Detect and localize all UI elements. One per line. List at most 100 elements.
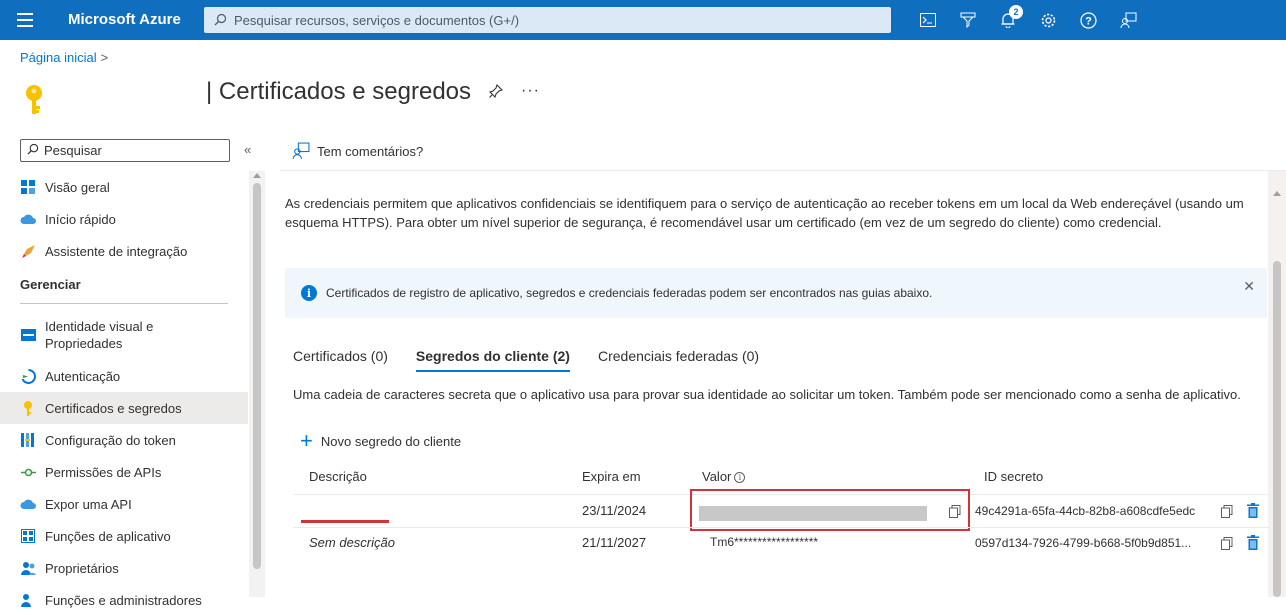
sidebar-divider: [20, 303, 228, 304]
sidebar-item-label: Proprietários: [45, 560, 119, 576]
settings-gear-icon[interactable]: [1028, 0, 1068, 40]
info-banner: i Certificados de registro de aplicativo…: [285, 268, 1267, 318]
api-permissions-icon: [20, 464, 36, 480]
row1-secret-id: 49c4291a-65fa-44cb-82b8-a608cdfe5edc: [975, 504, 1196, 518]
sidebar-item-roles-admins[interactable]: Funções e administradores: [0, 584, 248, 616]
breadcrumb-separator: >: [100, 50, 109, 65]
sidebar-item-overview[interactable]: Visão geral: [0, 171, 248, 203]
row2-description: Sem descrição: [309, 535, 395, 550]
global-search-placeholder: Pesquisar recursos, serviços e documento…: [234, 12, 520, 28]
breadcrumb-home-link[interactable]: Página inicial: [20, 50, 97, 65]
sidebar-item-certificates-secrets[interactable]: Certificados e segredos: [0, 392, 248, 424]
sidebar-item-label: Autenticação: [45, 368, 121, 384]
search-icon: [27, 143, 39, 158]
plus-icon: +: [300, 428, 313, 453]
scroll-up-arrow-icon[interactable]: [1273, 191, 1281, 196]
sidebar-nav: Visão geral Início rápido Assistente de …: [0, 171, 248, 616]
feedback-person-icon: [292, 142, 310, 160]
tabs: Certificados (0) Segredos do cliente (2)…: [293, 348, 787, 378]
search-icon: [214, 13, 228, 27]
sidebar-item-expose-api[interactable]: Expor uma API: [0, 488, 248, 520]
info-icon: i: [301, 285, 317, 301]
column-header-value-label: Valor: [702, 469, 732, 484]
hamburger-menu-icon[interactable]: [17, 13, 33, 27]
page-title: | Certificados e segredos: [206, 78, 472, 105]
sidebar-search-input[interactable]: Pesquisar: [20, 139, 230, 162]
feedback-button[interactable]: Tem comentários?: [292, 142, 423, 160]
new-client-secret-label: Novo segredo do cliente: [320, 433, 462, 449]
branding-icon: [20, 327, 36, 343]
help-question-icon[interactable]: ?: [1068, 0, 1108, 40]
delete-trash-icon[interactable]: [1247, 535, 1259, 550]
main-scrollbar[interactable]: [1268, 171, 1286, 597]
global-search-input[interactable]: Pesquisar recursos, serviços e documento…: [204, 7, 891, 33]
sidebar-item-owners[interactable]: Proprietários: [0, 552, 248, 584]
app-key-icon: [22, 84, 46, 116]
tab-federated-credentials[interactable]: Credenciais federadas (0): [598, 348, 759, 374]
cloud-shell-icon[interactable]: [908, 0, 948, 40]
scroll-up-arrow-icon[interactable]: [253, 173, 261, 178]
sidebar-item-api-permissions[interactable]: Permissões de APIs: [0, 456, 248, 488]
feedback-person-icon[interactable]: [1108, 0, 1148, 40]
sidebar-item-label: Identidade visual e Propriedades: [45, 319, 154, 351]
pin-icon[interactable]: [488, 83, 504, 101]
sidebar-item-quickstart[interactable]: Início rápido: [0, 203, 248, 235]
svg-text:?: ?: [1085, 15, 1092, 27]
sidebar-item-authentication[interactable]: Autenticação: [0, 360, 248, 392]
delete-trash-icon[interactable]: [1247, 503, 1259, 518]
column-header-secret-id: ID secreto: [984, 469, 1044, 484]
roles-admins-icon: [20, 592, 36, 608]
tab-client-secrets[interactable]: Segredos do cliente (2): [415, 348, 571, 374]
sidebar-scroll-thumb[interactable]: [253, 183, 261, 569]
sidebar-item-label: Certificados e segredos: [45, 400, 182, 416]
collapse-sidebar-button[interactable]: «: [244, 142, 251, 157]
breadcrumb: Página inicial >: [20, 50, 108, 65]
redaction-underline: [301, 520, 389, 523]
top-icons: 2 ?: [908, 0, 1148, 40]
authentication-icon: [20, 368, 36, 384]
top-bar: Microsoft Azure Pesquisar recursos, serv…: [0, 0, 1286, 40]
tab-certificates[interactable]: Certificados (0): [293, 348, 388, 374]
main-scroll-thumb[interactable]: [1273, 261, 1281, 597]
row2-secret-id: 0597d134-7926-4799-b668-5f0b9d851...: [975, 536, 1192, 550]
sidebar-item-label: Assistente de integração: [45, 243, 188, 259]
sidebar-item-app-roles[interactable]: Funções de aplicativo: [0, 520, 248, 552]
column-header-description: Descrição: [309, 469, 367, 484]
sidebar-item-label: Funções e administradores: [45, 592, 202, 608]
app-roles-icon: [20, 528, 36, 544]
sidebar-item-token-configuration[interactable]: Configuração do token: [0, 424, 248, 456]
table-row-divider: [293, 527, 1270, 528]
copy-icon[interactable]: [1221, 505, 1233, 518]
close-icon[interactable]: ✕: [1243, 278, 1255, 295]
column-header-expires: Expira em: [582, 469, 641, 484]
copy-icon[interactable]: [1221, 537, 1233, 550]
grid-overview-icon: [20, 179, 36, 195]
notification-count-badge: 2: [1009, 5, 1023, 19]
more-options-button[interactable]: ···: [521, 82, 540, 100]
rocket-icon: [20, 243, 36, 259]
intro-text: As credenciais permitem que aplicativos …: [285, 196, 1244, 230]
notifications-bell-icon[interactable]: 2: [988, 0, 1028, 40]
cloud-api-icon: [20, 496, 36, 512]
brand-title[interactable]: Microsoft Azure: [68, 11, 181, 28]
copy-icon[interactable]: [949, 505, 961, 518]
sidebar-section-manage: Gerenciar: [20, 277, 81, 292]
highlight-box: [690, 489, 970, 531]
column-header-value: Valor i: [702, 469, 746, 484]
sidebar-item-label: Funções de aplicativo: [45, 528, 171, 544]
row1-expires: 23/11/2024: [582, 503, 647, 518]
row2-expires: 21/11/2027: [582, 535, 647, 550]
sidebar-search-placeholder: Pesquisar: [44, 143, 102, 158]
sidebar-item-integration-assistant[interactable]: Assistente de integração: [0, 235, 248, 267]
directory-filter-icon[interactable]: [948, 0, 988, 40]
sidebar-item-branding[interactable]: Identidade visual e Propriedades: [0, 310, 248, 360]
info-icon[interactable]: i: [734, 472, 746, 483]
sidebar-item-label: Expor uma API: [45, 496, 132, 512]
key-icon: [20, 400, 36, 416]
sidebar-item-label: Permissões de APIs: [45, 464, 162, 480]
info-banner-text: Certificados de registro de aplicativo, …: [326, 286, 933, 300]
new-client-secret-button[interactable]: + Novo segredo do cliente: [300, 428, 462, 453]
sidebar-item-label: Início rápido: [45, 211, 116, 227]
tab-description: Uma cadeia de caracteres secreta que o a…: [293, 387, 1241, 402]
sidebar-scrollbar[interactable]: [249, 171, 265, 597]
